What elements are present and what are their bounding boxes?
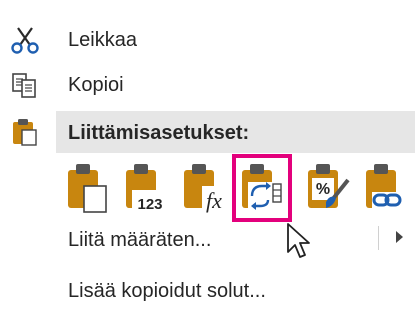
paste-formatting-button[interactable]: % xyxy=(304,160,352,216)
context-menu: Leikkaa Kopioi Liittämisasetukset: 123 f… xyxy=(0,0,415,302)
paste-formulas-icon: fx xyxy=(184,164,226,213)
paste-link-icon xyxy=(366,164,404,210)
paste-formulas-button[interactable]: fx xyxy=(180,160,228,216)
cut-label: Leikkaa xyxy=(68,29,137,51)
insert-copied-cells-label: Lisää kopioidut solut... xyxy=(68,280,266,302)
paste-transpose-icon xyxy=(242,164,282,210)
copy-label: Kopioi xyxy=(68,74,124,96)
scissors-icon xyxy=(10,25,40,55)
paste-icon xyxy=(68,164,107,213)
svg-text:fx: fx xyxy=(206,188,222,213)
paste-link-button[interactable] xyxy=(362,160,410,216)
copy-menu-item[interactable]: Kopioi xyxy=(0,63,415,107)
copy-icon xyxy=(10,70,40,100)
mouse-cursor-icon xyxy=(287,223,310,258)
submenu-divider xyxy=(378,226,379,250)
svg-text:123: 123 xyxy=(137,196,162,213)
paste-formatting-icon: % xyxy=(308,164,350,208)
paste-special-label: Liitä määräten... xyxy=(68,229,212,251)
paste-options-label: Liittämisasetukset: xyxy=(68,122,250,144)
cut-menu-item[interactable]: Leikkaa xyxy=(0,18,415,62)
chevron-right-icon[interactable] xyxy=(396,231,403,243)
paste-default-button[interactable] xyxy=(64,160,112,216)
paste-values-button[interactable]: 123 xyxy=(122,160,170,216)
paste-values-icon: 123 xyxy=(126,164,168,213)
paste-icon xyxy=(10,117,40,147)
insert-copied-cells-menu-item[interactable]: Lisää kopioidut solut... xyxy=(0,268,415,312)
paste-options-header: Liittämisasetukset: xyxy=(56,111,415,153)
paste-special-menu-item[interactable]: Liitä määräten... xyxy=(0,218,415,262)
paste-transpose-button[interactable] xyxy=(232,154,292,222)
svg-text:%: % xyxy=(316,181,330,198)
